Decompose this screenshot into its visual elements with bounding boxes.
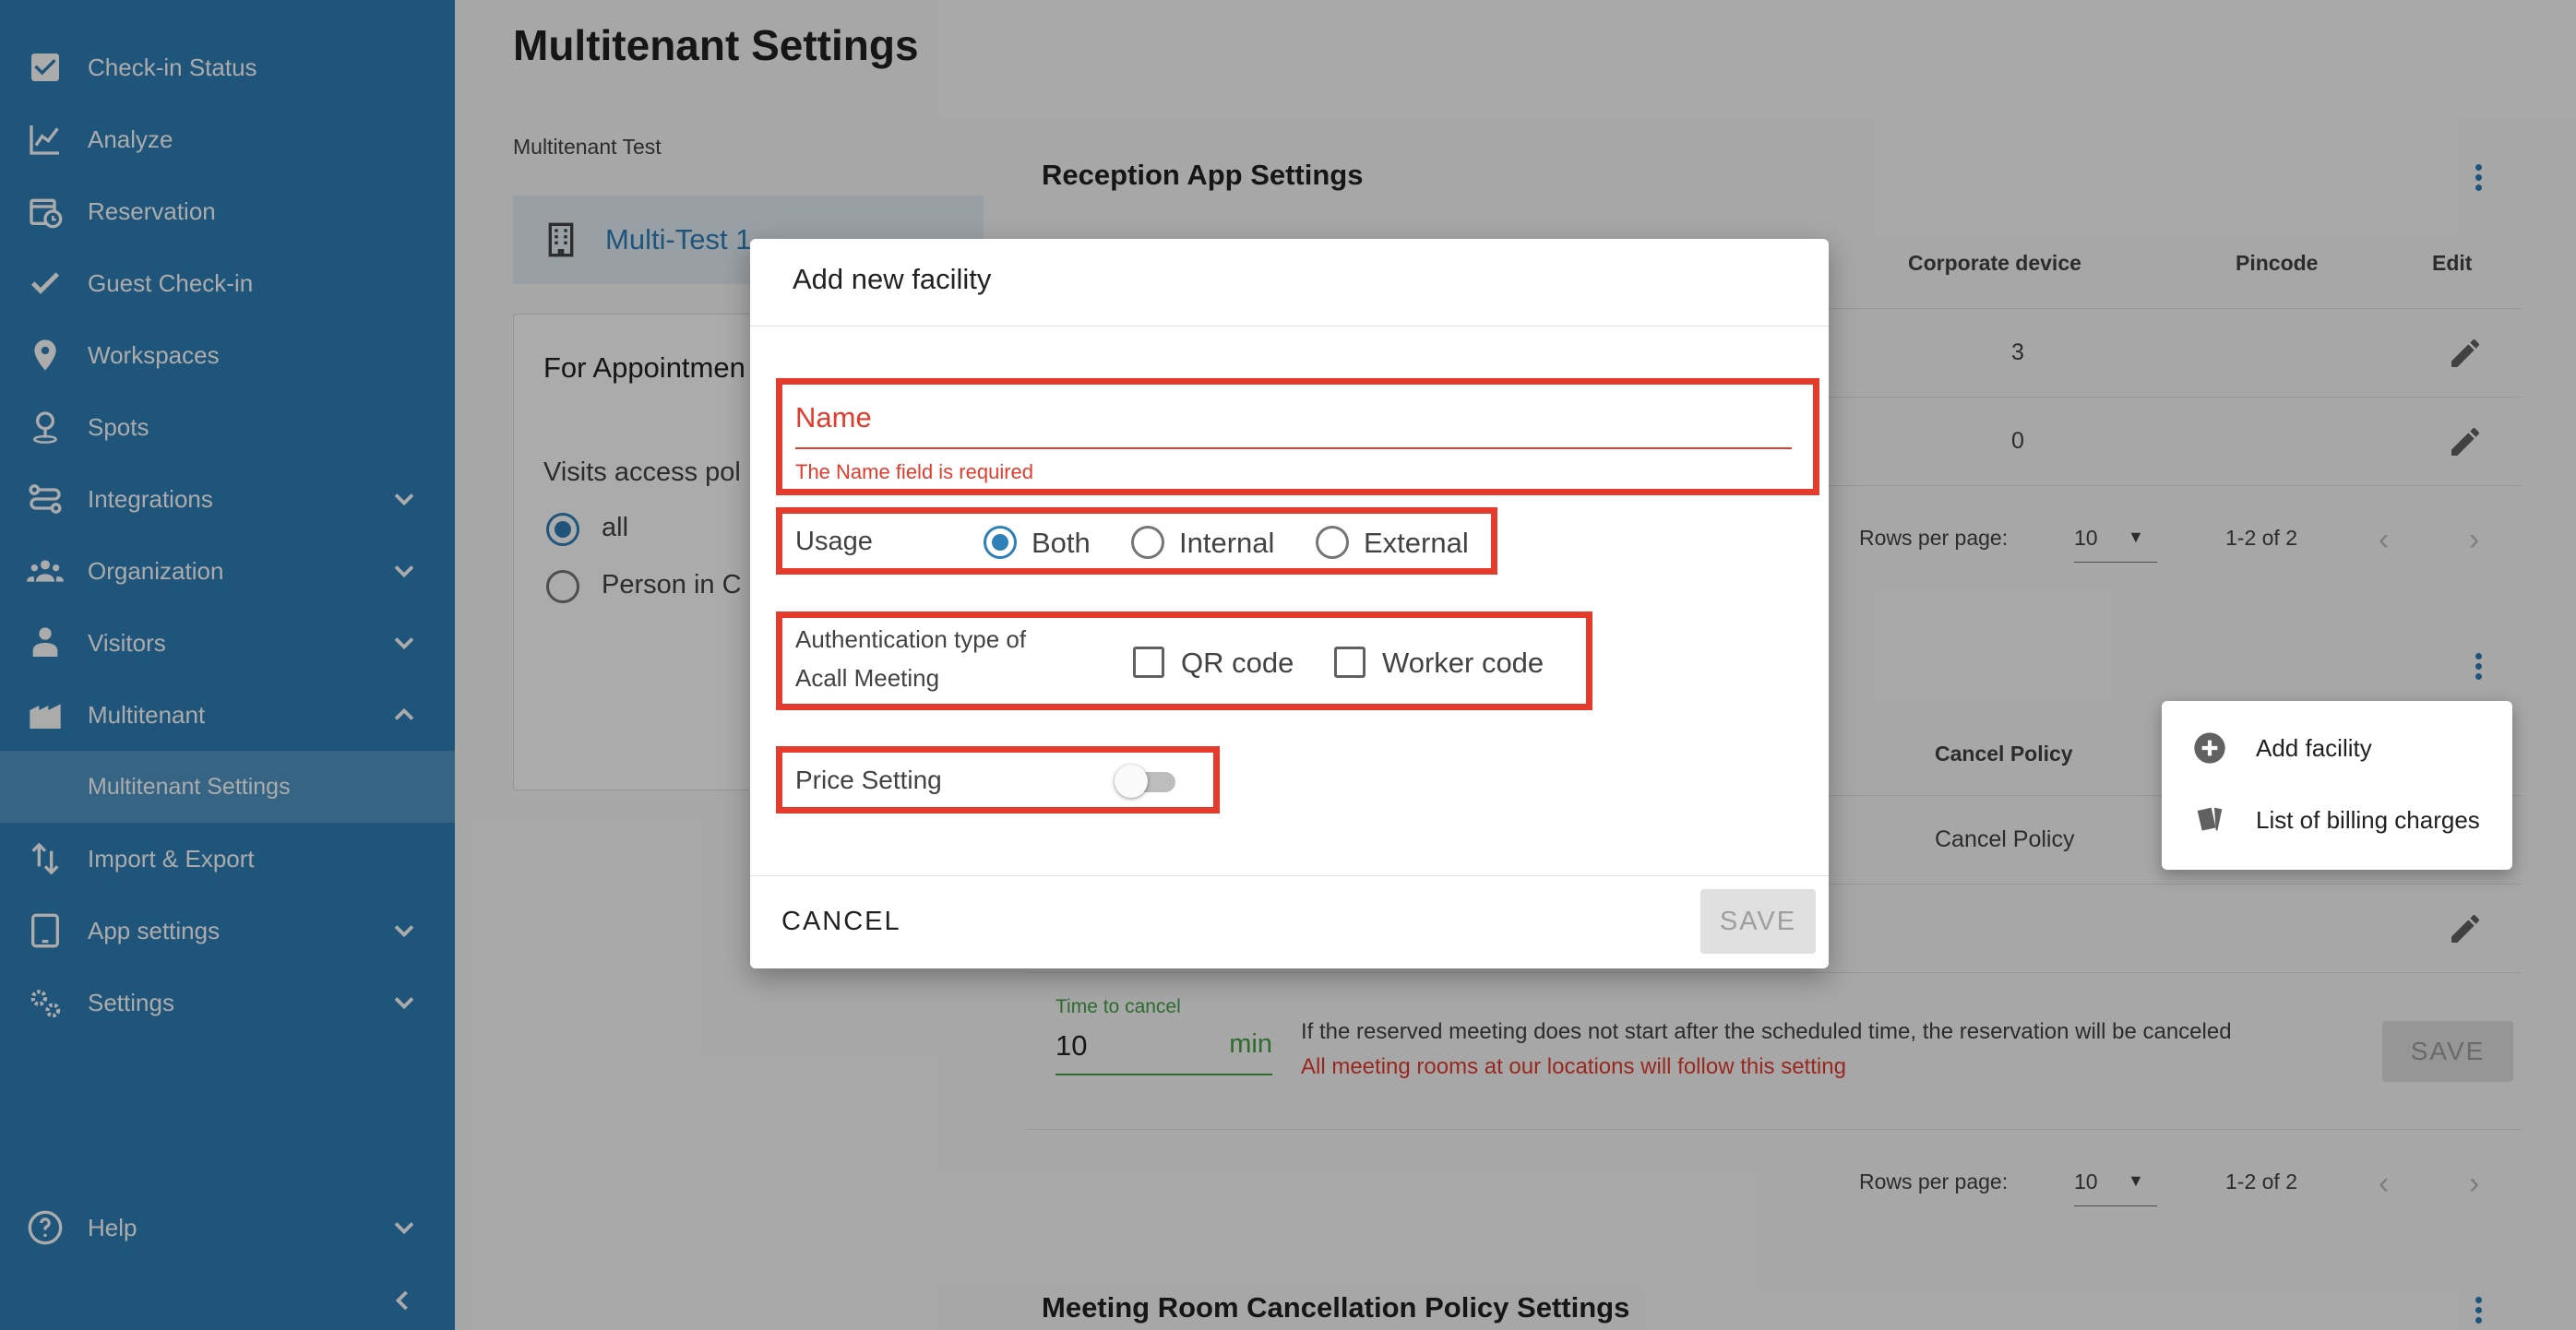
name-label: Name xyxy=(795,401,872,433)
name-error: The Name field is required xyxy=(795,460,1034,483)
auth-option-qr: QR code xyxy=(1181,647,1294,679)
menu-item-label: List of billing charges xyxy=(2256,805,2480,834)
usage-option-internal: Internal xyxy=(1179,527,1275,559)
auth-label-line2: Acall Meeting xyxy=(795,664,940,692)
dialog-title: Add new facility xyxy=(793,263,992,295)
menu-item-add-facility[interactable]: Add facility xyxy=(2162,712,2512,784)
dialog-save-button[interactable]: SAVE xyxy=(1700,889,1816,954)
add-facility-dialog: Add new facility Name The Name field is … xyxy=(750,239,1829,968)
toggle-thumb xyxy=(1115,765,1148,798)
price-setting-highlight: Price Setting xyxy=(776,746,1220,813)
usage-highlight: Usage Both Internal External xyxy=(776,507,1497,575)
usage-label: Usage xyxy=(795,527,873,556)
price-setting-label: Price Setting xyxy=(795,766,942,794)
dialog-cancel-button[interactable]: CANCEL xyxy=(781,907,901,937)
usage-option-external: External xyxy=(1364,527,1469,559)
divider xyxy=(750,875,1829,876)
billing-cards-icon xyxy=(2191,802,2228,838)
name-input[interactable] xyxy=(795,447,1792,449)
divider xyxy=(750,326,1829,327)
auth-option-worker: Worker code xyxy=(1382,647,1544,679)
auth-qr-checkbox[interactable] xyxy=(1133,647,1164,678)
auth-label-line1: Authentication type of xyxy=(795,625,1027,653)
add-circle-icon xyxy=(2191,730,2228,766)
usage-radio-external[interactable] xyxy=(1316,526,1349,559)
facility-actions-menu: Add facility List of billing charges xyxy=(2162,701,2512,870)
menu-item-label: Add facility xyxy=(2256,733,2372,762)
usage-option-both: Both xyxy=(1032,527,1091,559)
auth-type-highlight: Authentication type of Acall Meeting QR … xyxy=(776,612,1592,710)
auth-worker-checkbox[interactable] xyxy=(1334,647,1366,678)
price-setting-toggle[interactable] xyxy=(1115,765,1177,798)
usage-radio-both[interactable] xyxy=(984,526,1017,559)
name-field-highlight: Name The Name field is required xyxy=(776,378,1819,495)
usage-radio-internal[interactable] xyxy=(1131,526,1164,559)
menu-item-billing-charges[interactable]: List of billing charges xyxy=(2162,784,2512,856)
